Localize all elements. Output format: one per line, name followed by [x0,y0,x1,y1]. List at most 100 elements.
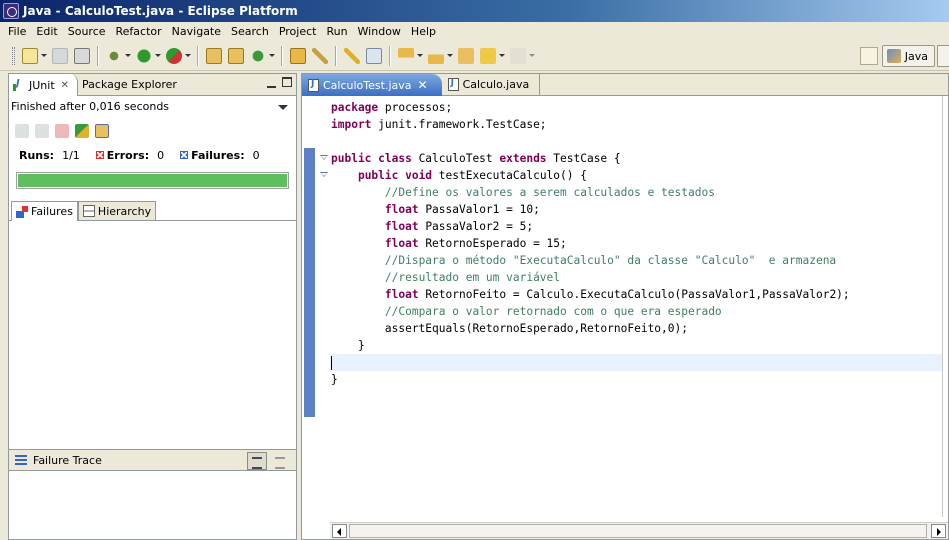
open-perspective-icon[interactable] [859,47,878,65]
code-line[interactable] [331,133,947,150]
menu-window[interactable]: Window [353,25,406,38]
failures-list[interactable] [9,221,296,449]
code-text: } [331,373,338,386]
previous-failure-icon[interactable] [35,124,49,138]
code-line[interactable]: float PassaValor2 = 5; [331,218,947,235]
debug-icon[interactable] [106,47,122,64]
fold-method-icon[interactable] [320,172,328,177]
menu-bar: File Edit Source Refactor Navigate Searc… [0,22,949,41]
search-icon[interactable] [312,47,328,64]
show-source-icon[interactable] [366,47,382,64]
menu-source[interactable]: Source [63,25,111,38]
scroll-thumb[interactable] [349,524,927,538]
code-line[interactable]: float PassaValor1 = 10; [331,201,947,218]
code-line[interactable]: } [331,371,947,388]
filter-stack-icon[interactable] [247,452,267,470]
maximize-icon[interactable] [282,77,292,87]
menu-run[interactable]: Run [321,25,352,38]
menu-refactor[interactable]: Refactor [111,25,167,38]
run-icon[interactable] [136,47,152,64]
errors-label: Errors: [106,148,150,162]
code-text: PassaValor2 = 5; [418,220,534,233]
back-icon[interactable] [480,47,496,64]
code-line[interactable]: public void testExecutaCalculo() { [331,167,947,184]
close-icon[interactable]: ✕ [418,78,428,92]
scroll-lock-icon[interactable] [95,124,109,138]
tab-package-explorer[interactable]: Package Explorer [78,74,185,95]
runs-label: Runs: [19,148,55,162]
rerun-icon[interactable] [75,124,89,138]
previous-annotation-dropdown-icon[interactable] [447,48,453,64]
code-line[interactable]: //Compara o valor retornado com o que er… [331,303,947,320]
eclipse-icon [3,3,19,19]
horizontal-scrollbar[interactable] [330,522,948,539]
tab-calculotest-java[interactable]: CalculoTest.java ✕ [302,74,442,96]
menu-file[interactable]: File [0,25,31,38]
minimize-icon[interactable] [267,79,276,88]
external-tools-icon[interactable] [166,47,182,64]
code-line[interactable]: import junit.framework.TestCase; [331,116,947,133]
menu-help[interactable]: Help [406,25,441,38]
junit-counters: Runs: 1/1 Errors: 0 Failures: 0 [9,144,296,166]
debug-dropdown-icon[interactable] [125,48,131,64]
tab-junit-label: JUnit [29,78,55,92]
code-line[interactable]: //Dispara o método "ExecutaCalculo" da c… [331,252,947,269]
tab-calculo-java[interactable]: Calculo.java [442,74,541,95]
menu-project[interactable]: Project [274,25,322,38]
tab-package-explorer-label: Package Explorer [82,78,177,91]
close-icon[interactable]: ✕ [61,80,69,91]
new-class-icon[interactable] [228,47,244,64]
code-line[interactable]: //resultado em um variável [331,269,947,286]
scroll-left-icon[interactable] [332,524,347,538]
code-line[interactable]: } [331,337,947,354]
save-icon[interactable] [52,47,68,64]
view-menu-icon[interactable] [278,105,288,110]
previous-annotation-icon[interactable] [428,47,444,64]
junit-status-text: Finished after 0,016 seconds [11,100,170,113]
forward-dropdown-icon[interactable] [529,48,535,64]
code-line[interactable] [330,354,947,371]
compare-result-icon[interactable] [270,452,290,470]
next-annotation-icon[interactable] [398,47,414,64]
stop-icon[interactable] [55,124,69,138]
code-text: TestCase { [546,152,621,165]
code-area[interactable]: package processos; import junit.framework… [330,99,947,388]
code-line[interactable]: //Define os valores a serem calculados e… [331,184,947,201]
new-icon[interactable] [22,47,38,64]
tab-failures[interactable]: Failures [11,201,78,221]
fold-class-icon[interactable] [320,155,328,160]
next-failure-icon[interactable] [15,124,29,138]
code-line[interactable]: assertEquals(RetornoEsperado,RetornoFeit… [331,320,947,337]
back-dropdown-icon[interactable] [499,48,505,64]
code-line[interactable]: float RetornoFeito = Calculo.ExecutaCalc… [331,286,947,303]
last-edit-icon[interactable] [458,47,474,64]
code-line[interactable]: float RetornoEsperado = 15; [331,235,947,252]
menu-edit[interactable]: Edit [31,25,62,38]
highlight-icon[interactable] [344,47,360,64]
java-perspective-button[interactable]: Java [881,45,935,67]
scroll-right-icon[interactable] [931,524,946,538]
new-java-class-icon[interactable] [250,47,266,64]
new-java-dropdown-icon[interactable] [269,48,275,64]
code-comment: //Define os valores a serem calculados e… [384,186,715,199]
tab-calculotest-label: CalculoTest.java [323,78,412,92]
run-dropdown-icon[interactable] [155,48,161,64]
code-line[interactable]: package processos; [331,99,947,116]
forward-icon[interactable] [510,47,526,64]
new-dropdown-icon[interactable] [41,48,47,64]
perspective-overflow[interactable] [937,45,949,67]
menu-search[interactable]: Search [226,25,274,38]
print-icon[interactable] [74,47,90,64]
code-line[interactable]: public class CalculoTest extends TestCas… [331,150,947,167]
tab-junit[interactable]: JUnit ✕ [9,74,79,96]
new-package-icon[interactable] [206,47,222,64]
failure-icon [180,151,189,159]
menu-navigate[interactable]: Navigate [167,25,226,38]
tab-hierarchy[interactable]: Hierarchy [77,201,157,220]
next-annotation-dropdown-icon[interactable] [417,48,423,64]
external-tools-dropdown-icon[interactable] [185,48,191,64]
open-type-icon[interactable] [290,47,306,64]
